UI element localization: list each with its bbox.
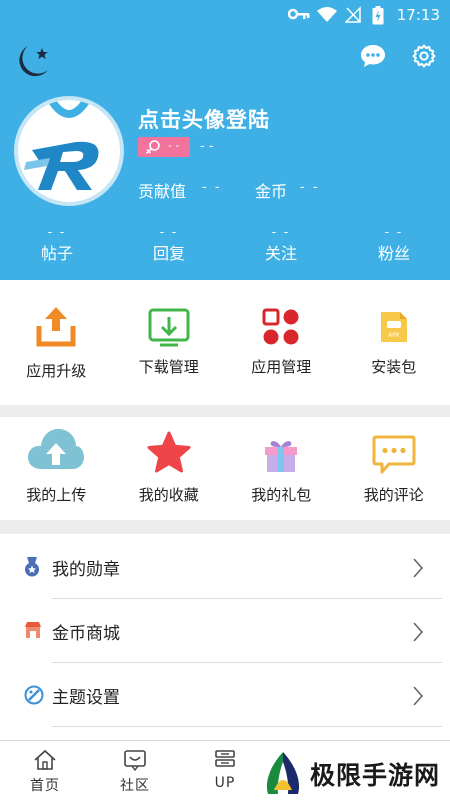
section-divider <box>0 405 450 417</box>
download-manager-button[interactable]: 下载管理 <box>113 280 226 405</box>
count-following[interactable]: - - 关注 <box>241 225 321 264</box>
menu-item-coin-shop[interactable]: 金币商城 <box>0 599 450 663</box>
cloud-upload-icon <box>28 428 85 469</box>
up-icon <box>215 750 235 767</box>
count-posts[interactable]: - - 帖子 <box>17 225 97 264</box>
message-icon[interactable] <box>360 44 386 68</box>
night-mode-icon[interactable] <box>14 44 52 80</box>
status-bar: 17:13 <box>0 0 450 30</box>
count-fans-value: - - <box>384 225 404 239</box>
status-time: 17:13 <box>396 6 440 24</box>
count-replies-label: 回复 <box>152 244 185 263</box>
menu-item-medals[interactable]: 我的勋章 <box>0 535 450 599</box>
coins-value: - - <box>300 180 320 195</box>
level-badge: - - <box>138 137 190 157</box>
my-uploads-button[interactable]: 我的上传 <box>0 417 113 520</box>
comment-icon <box>372 435 416 474</box>
settings-gear-icon[interactable] <box>412 44 436 68</box>
level-extra: - - <box>200 139 214 154</box>
profile-header: 17:13 点击头像登陆 - - - - 贡献值 - - 金币 - - - - <box>0 0 450 280</box>
nav-up[interactable]: UP <box>190 741 260 800</box>
row-divider <box>52 726 442 727</box>
nav-community[interactable]: 社区 <box>100 741 170 800</box>
contribution-label: 贡献值 <box>138 182 187 201</box>
key-icon <box>288 8 310 20</box>
community-icon <box>124 750 146 771</box>
my-gifts-label: 我的礼包 <box>251 486 312 504</box>
login-prompt[interactable]: 点击头像登陆 <box>138 104 270 134</box>
app-upgrade-button[interactable]: 应用升级 <box>0 280 113 405</box>
app-logo-icon <box>24 100 99 190</box>
my-comments-label: 我的评论 <box>363 486 424 504</box>
shop-icon <box>25 622 41 638</box>
apps-icon <box>262 308 299 345</box>
menu-item-theme-settings[interactable]: 主题设置 <box>0 663 450 727</box>
menu-medals-label: 我的勋章 <box>52 560 120 580</box>
watermark: 极限手游网 <box>258 748 450 800</box>
menu-coin-shop-label: 金币商城 <box>52 624 120 644</box>
level-value: - - <box>168 139 180 152</box>
upload-icon <box>36 307 76 347</box>
apk-icon: APK <box>380 312 407 342</box>
nav-home[interactable]: 首页 <box>10 741 80 800</box>
watermark-logo-icon <box>266 752 300 794</box>
apk-package-label: 安装包 <box>371 358 417 376</box>
download-icon <box>148 308 190 347</box>
female-gender-icon <box>145 140 160 155</box>
count-replies[interactable]: - - 回复 <box>129 225 209 264</box>
download-manager-label: 下载管理 <box>138 358 199 376</box>
count-following-label: 关注 <box>264 244 297 263</box>
nav-up-label: UP <box>214 775 236 791</box>
app-manager-label: 应用管理 <box>251 358 312 376</box>
menu-theme-settings-label: 主题设置 <box>52 688 120 708</box>
app-manager-button[interactable]: 应用管理 <box>225 280 338 405</box>
apk-package-button[interactable]: APK 安装包 <box>338 280 450 405</box>
nav-community-label: 社区 <box>120 778 150 794</box>
chevron-right-icon <box>413 622 424 642</box>
contribution-value: - - <box>202 180 222 195</box>
my-gifts-button[interactable]: 我的礼包 <box>225 417 338 520</box>
my-favorites-label: 我的收藏 <box>138 486 199 504</box>
gift-icon <box>265 441 298 472</box>
nav-home-label: 首页 <box>30 778 60 794</box>
medal-icon <box>25 557 39 577</box>
coins-label: 金币 <box>255 182 288 201</box>
home-icon <box>34 749 56 770</box>
app-tools-grid: 应用升级 下载管理 应用管理 APK 安装包 <box>0 280 450 405</box>
count-fans[interactable]: - - 粉丝 <box>354 225 434 264</box>
star-icon <box>147 431 191 473</box>
count-posts-value: - - <box>47 225 67 239</box>
my-comments-button[interactable]: 我的评论 <box>338 417 450 520</box>
chevron-right-icon <box>413 686 424 706</box>
avatar[interactable] <box>14 96 124 206</box>
battery-charging-icon <box>372 6 384 25</box>
count-fans-label: 粉丝 <box>377 244 410 263</box>
app-upgrade-label: 应用升级 <box>26 362 87 380</box>
chevron-right-icon <box>413 558 424 578</box>
section-divider <box>0 520 450 534</box>
count-following-value: - - <box>271 225 291 239</box>
my-uploads-label: 我的上传 <box>26 486 87 504</box>
watermark-text: 极限手游网 <box>310 761 441 790</box>
wifi-icon <box>317 7 337 22</box>
count-posts-label: 帖子 <box>40 244 73 263</box>
svg-text:APK: APK <box>388 332 401 339</box>
my-items-grid: 我的上传 我的收藏 我的礼包 我的评论 <box>0 417 450 520</box>
count-replies-value: - - <box>159 225 179 239</box>
palette-icon <box>24 685 44 705</box>
no-signal-icon <box>345 6 361 23</box>
my-favorites-button[interactable]: 我的收藏 <box>113 417 226 520</box>
